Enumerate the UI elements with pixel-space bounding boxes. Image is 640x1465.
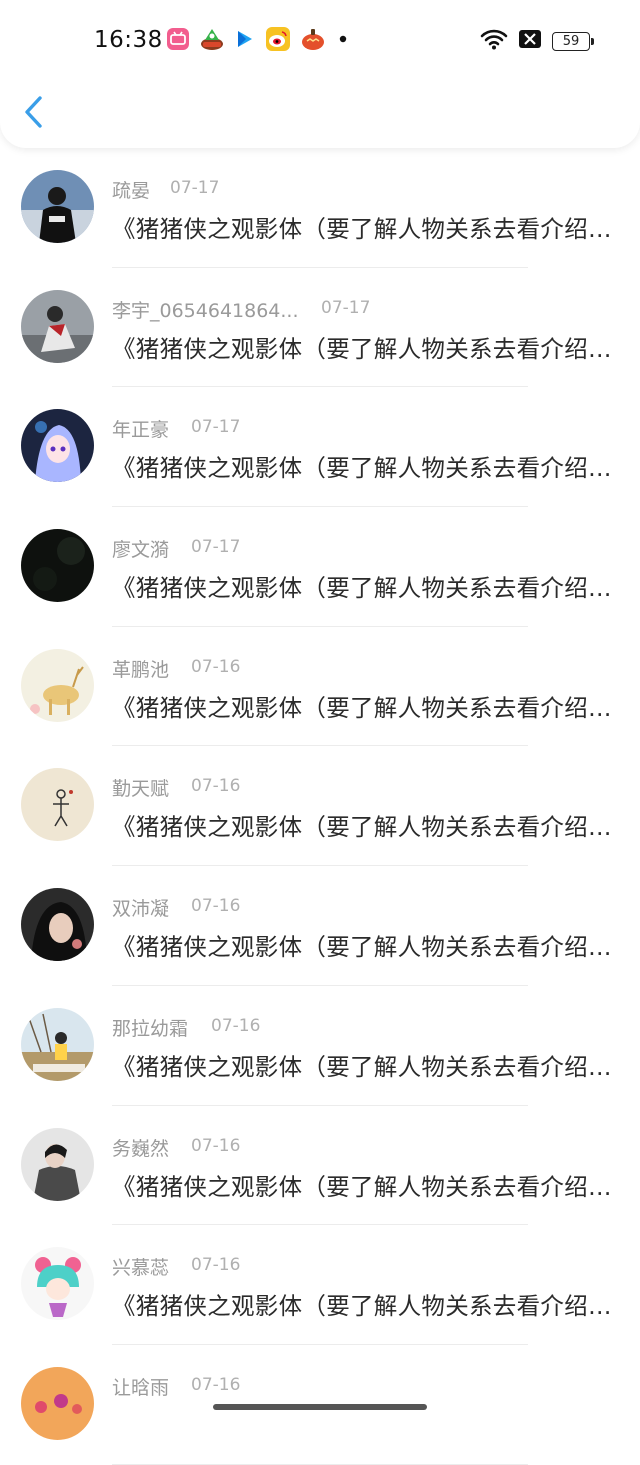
wifi-icon <box>480 28 508 54</box>
message-date: 07-16 <box>191 1255 241 1276</box>
avatar[interactable] <box>21 1127 94 1201</box>
avatar[interactable] <box>21 888 94 962</box>
chevron-left-icon <box>25 96 42 128</box>
notification-icons <box>166 26 360 56</box>
sender-name: 那拉幼霜 <box>112 1017 189 1040</box>
avatar[interactable] <box>21 409 94 483</box>
sender-name: 革鹏池 <box>112 658 170 681</box>
app-icon <box>300 26 326 56</box>
message-preview: 《猪猪侠之观影体（要了解人物关系去看介绍）》 <box>112 574 616 603</box>
message-preview: 《猪猪侠之观影体（要了解人物关系去看介绍）》 <box>112 693 616 722</box>
avatar[interactable] <box>21 529 94 603</box>
avatar[interactable] <box>21 768 94 842</box>
message-preview: 《猪猪侠之观影体（要了解人物关系去看介绍）》 <box>112 933 616 962</box>
list-item[interactable]: 革鹏池 07-16 《猪猪侠之观影体（要了解人物关系去看介绍）》 <box>0 627 640 747</box>
avatar[interactable] <box>21 648 94 722</box>
status-bar: 16:38 59 <box>0 0 640 84</box>
message-preview: 《猪猪侠之观影体（要了解人物关系去看介绍）》 <box>112 1052 616 1081</box>
back-button[interactable] <box>18 90 54 134</box>
sender-name: 让晗雨 <box>112 1376 170 1399</box>
sender-name: 李宇_0654641864... <box>112 299 299 322</box>
home-indicator[interactable] <box>213 1404 427 1410</box>
list-item[interactable]: 廖文漪 07-17 《猪猪侠之观影体（要了解人物关系去看介绍）》 <box>0 507 640 627</box>
message-date: 07-17 <box>321 297 371 318</box>
avatar[interactable] <box>21 1007 94 1081</box>
avatar[interactable] <box>21 1366 94 1440</box>
no-sim-icon <box>518 29 542 53</box>
message-date: 07-16 <box>191 656 241 677</box>
system-icons: 59 <box>480 28 594 54</box>
list-item[interactable]: 兴慕蕊 07-16 《猪猪侠之观影体（要了解人物关系去看介绍）》 <box>0 1225 640 1345</box>
message-list: 疏晏 07-17 《猪猪侠之观影体（要了解人物关系去看介绍）》 李宇_06546… <box>0 148 640 1465</box>
status-time: 16:38 <box>94 27 163 53</box>
avatar[interactable] <box>21 170 94 243</box>
message-date: 07-16 <box>211 1015 261 1036</box>
list-item[interactable]: 勤天赋 07-16 《猪猪侠之观影体（要了解人物关系去看介绍）》 <box>0 746 640 866</box>
sender-name: 年正豪 <box>112 419 170 442</box>
message-date: 07-16 <box>191 1374 241 1395</box>
message-preview: 《猪猪侠之观影体（要了解人物关系去看介绍）》 <box>112 334 616 363</box>
message-preview: 《猪猪侠之观影体（要了解人物关系去看介绍）》 <box>112 1292 616 1321</box>
sender-name: 勤天赋 <box>112 778 170 801</box>
sender-name: 疏晏 <box>112 180 151 202</box>
top-header: 16:38 59 <box>0 0 640 148</box>
message-date: 07-17 <box>191 537 241 558</box>
weibo-icon <box>265 26 291 56</box>
message-preview: 《猪猪侠之观影体（要了解人物关系去看介绍）》 <box>112 454 616 483</box>
avatar[interactable] <box>21 289 94 363</box>
message-preview: 《猪猪侠之观影体（要了解人物关系去看介绍）》 <box>112 813 616 842</box>
avatar[interactable] <box>21 1247 94 1321</box>
message-preview: 《猪猪侠之观影体（要了解人物关系去看介绍）》 <box>112 215 616 243</box>
message-date: 07-17 <box>170 178 220 198</box>
message-date: 07-16 <box>191 896 241 917</box>
video-icon <box>234 28 256 54</box>
message-date: 07-16 <box>191 776 241 797</box>
bilibili-icon <box>166 27 190 55</box>
list-item[interactable]: 双沛凝 07-16 《猪猪侠之观影体（要了解人物关系去看介绍）》 <box>0 866 640 986</box>
list-item[interactable]: 疏晏 07-17 《猪猪侠之观影体（要了解人物关系去看介绍）》 <box>0 148 640 268</box>
message-date: 07-16 <box>191 1135 241 1156</box>
list-item[interactable]: 李宇_0654641864... 07-17 《猪猪侠之观影体（要了解人物关系去… <box>0 268 640 388</box>
sender-name: 双沛凝 <box>112 898 170 921</box>
list-item[interactable]: 那拉幼霜 07-16 《猪猪侠之观影体（要了解人物关系去看介绍）》 <box>0 986 640 1106</box>
list-item[interactable]: 务巍然 07-16 《猪猪侠之观影体（要了解人物关系去看介绍）》 <box>0 1106 640 1226</box>
sender-name: 兴慕蕊 <box>112 1257 170 1280</box>
list-item[interactable]: 年正豪 07-17 《猪猪侠之观影体（要了解人物关系去看介绍）》 <box>0 387 640 507</box>
battery-indicator: 59 <box>552 31 594 51</box>
sender-name: 廖文漪 <box>112 539 170 562</box>
dot-icon <box>335 31 351 51</box>
message-preview: 《猪猪侠之观影体（要了解人物关系去看介绍）》 <box>112 1172 616 1201</box>
message-date: 07-17 <box>191 417 241 438</box>
game-icon <box>199 26 225 56</box>
sender-name: 务巍然 <box>112 1137 170 1160</box>
